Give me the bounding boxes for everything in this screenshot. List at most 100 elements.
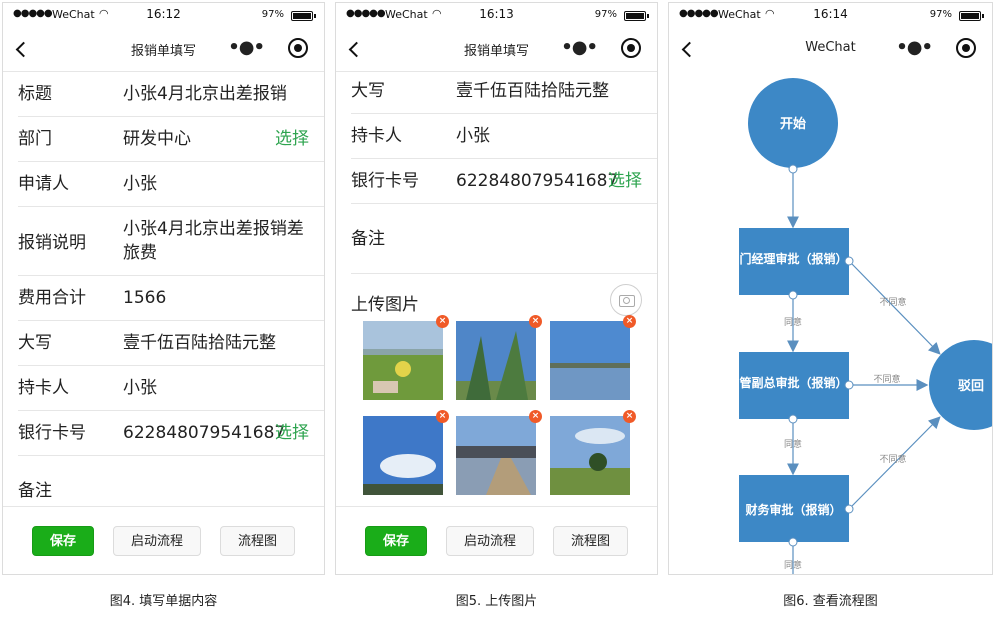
- department-select-button[interactable]: 选择: [275, 127, 309, 151]
- image-grid: × × × × × ×: [363, 315, 636, 496]
- cardholder-input[interactable]: 小张: [123, 376, 324, 400]
- edge-label-agree: 同意: [784, 316, 802, 328]
- save-button[interactable]: 保存: [32, 526, 94, 556]
- description-input[interactable]: 小张4月北京出差报销差旅费: [123, 217, 324, 265]
- delete-image-icon[interactable]: ×: [436, 315, 449, 328]
- field-title[interactable]: 标题 小张4月北京出差报销: [18, 72, 324, 117]
- flow-port: [844, 380, 854, 390]
- edge-label-agree: 同意: [784, 559, 802, 571]
- battery-percent: 97%: [261, 9, 284, 20]
- flow-edge: [851, 263, 941, 355]
- flow-node-manager-label: 门经理审批（报销）: [739, 252, 848, 266]
- image-thumbnail[interactable]: ×: [363, 410, 449, 495]
- cardholder-input[interactable]: 小张: [456, 124, 657, 148]
- battery-icon: [624, 11, 649, 21]
- close-capsule-icon[interactable]: [956, 38, 976, 58]
- phone-screen-flow-chart: ●●●●● WeChat ◠ 16:14 97% WeChat •●• 开始 驳…: [668, 2, 993, 575]
- status-bar: ●●●●● WeChat ◠ 16:12 97%: [3, 3, 324, 27]
- more-dots-icon[interactable]: •●•: [896, 38, 933, 58]
- photo-sky-clouds: [363, 416, 443, 495]
- field-label: 大写: [18, 333, 52, 353]
- field-cardholder[interactable]: 持卡人 小张: [18, 366, 324, 411]
- delete-image-icon[interactable]: ×: [623, 410, 636, 423]
- edge-label-disagree: 不同意: [873, 373, 900, 385]
- battery-icon: [291, 11, 316, 21]
- flow-start-label: 开始: [780, 116, 806, 132]
- photo-grassland-flowers: [363, 321, 443, 400]
- divider: [336, 506, 657, 507]
- bank-card-select-button[interactable]: 选择: [608, 169, 642, 193]
- page-title: 报销单填写: [130, 44, 196, 59]
- field-remark[interactable]: 备注: [351, 204, 657, 274]
- phone-screen-fill-form: ●●●●● WeChat ◠ 16:12 97% 报销单填写 •●• 标题 小张…: [2, 2, 325, 575]
- image-thumbnail[interactable]: ×: [363, 315, 449, 400]
- flow-chart-button[interactable]: 流程图: [553, 526, 628, 556]
- delete-image-icon[interactable]: ×: [436, 410, 449, 423]
- total-input[interactable]: 1566: [123, 286, 324, 310]
- flow-chart-button[interactable]: 流程图: [220, 526, 295, 556]
- field-label: 费用合计: [18, 288, 86, 308]
- bank-card-select-button[interactable]: 选择: [275, 421, 309, 445]
- photo-willow-trees: [456, 321, 536, 400]
- delete-image-icon[interactable]: ×: [529, 315, 542, 328]
- field-label: 申请人: [18, 174, 69, 194]
- image-thumbnail[interactable]: ×: [456, 410, 542, 495]
- field-label: 备注: [18, 481, 52, 501]
- more-dots-icon[interactable]: •●•: [561, 38, 598, 58]
- field-capital: 大写 壹千伍百陆拾陆元整: [18, 321, 324, 366]
- field-remark[interactable]: 备注: [18, 456, 324, 526]
- image-thumbnail[interactable]: ×: [550, 410, 636, 495]
- field-description[interactable]: 报销说明 小张4月北京出差报销差旅费: [18, 207, 324, 276]
- field-label: 持卡人: [18, 378, 69, 398]
- edge-label-disagree: 不同意: [879, 453, 906, 465]
- flow-port: [844, 504, 854, 514]
- upload-label: 上传图片: [351, 295, 419, 315]
- status-bar: ●●●●● WeChat ◠ 16:13 97%: [336, 3, 657, 27]
- field-capital: 大写 壹千伍百陆拾陆元整: [351, 69, 657, 114]
- field-bank-card[interactable]: 银行卡号 622848079541687 选择: [351, 159, 657, 204]
- applicant-input[interactable]: 小张: [123, 172, 324, 196]
- figure-caption-6: 图6. 查看流程图: [783, 594, 878, 609]
- start-process-button[interactable]: 启动流程: [113, 526, 201, 556]
- edge-label-agree: 同意: [784, 438, 802, 450]
- camera-icon[interactable]: [610, 284, 642, 316]
- battery-icon: [959, 11, 984, 21]
- nav-bar: 报销单填写 •●•: [3, 27, 324, 72]
- title-input[interactable]: 小张4月北京出差报销: [123, 82, 324, 106]
- delete-image-icon[interactable]: ×: [623, 315, 636, 328]
- flow-reject-label: 驳回: [958, 379, 984, 394]
- flow-port: [788, 414, 798, 424]
- field-label: 银行卡号: [18, 423, 86, 443]
- flow-node-finance-label: 财务审批（报销）: [745, 503, 842, 517]
- field-applicant[interactable]: 申请人 小张: [18, 162, 324, 207]
- field-bank-card[interactable]: 银行卡号 622848079541687 选择: [18, 411, 324, 456]
- photo-lake: [550, 321, 630, 400]
- flow-port: [844, 256, 854, 266]
- divider: [3, 506, 324, 507]
- save-button[interactable]: 保存: [365, 526, 427, 556]
- close-capsule-icon[interactable]: [288, 38, 308, 58]
- capital-value: 壹千伍百陆拾陆元整: [123, 333, 276, 353]
- edge-label-disagree: 不同意: [879, 296, 906, 308]
- flow-port: [788, 537, 798, 547]
- field-label: 备注: [351, 229, 385, 249]
- field-cardholder[interactable]: 持卡人 小张: [351, 114, 657, 159]
- nav-bar: 报销单填写 •●•: [336, 27, 657, 72]
- action-bar: 保存 启动流程 流程图: [336, 526, 657, 556]
- field-total[interactable]: 费用合计 1566: [18, 276, 324, 321]
- image-thumbnail[interactable]: ×: [456, 315, 542, 400]
- start-process-button[interactable]: 启动流程: [446, 526, 534, 556]
- photo-river-building: [456, 416, 536, 495]
- page-title: WeChat: [805, 40, 856, 55]
- field-label: 标题: [18, 84, 52, 104]
- phone-screen-upload-images: ●●●●● WeChat ◠ 16:13 97% 报销单填写 •●• 大写 壹千…: [335, 2, 658, 575]
- image-thumbnail[interactable]: ×: [550, 315, 636, 400]
- page-title: 报销单填写: [463, 44, 529, 59]
- close-capsule-icon[interactable]: [621, 38, 641, 58]
- more-dots-icon[interactable]: •●•: [228, 38, 265, 58]
- nav-bar: WeChat •●•: [669, 27, 992, 72]
- delete-image-icon[interactable]: ×: [529, 410, 542, 423]
- battery-percent: 97%: [594, 9, 617, 20]
- upload-section: 上传图片: [351, 274, 657, 326]
- field-department[interactable]: 部门 研发中心 选择: [18, 117, 324, 162]
